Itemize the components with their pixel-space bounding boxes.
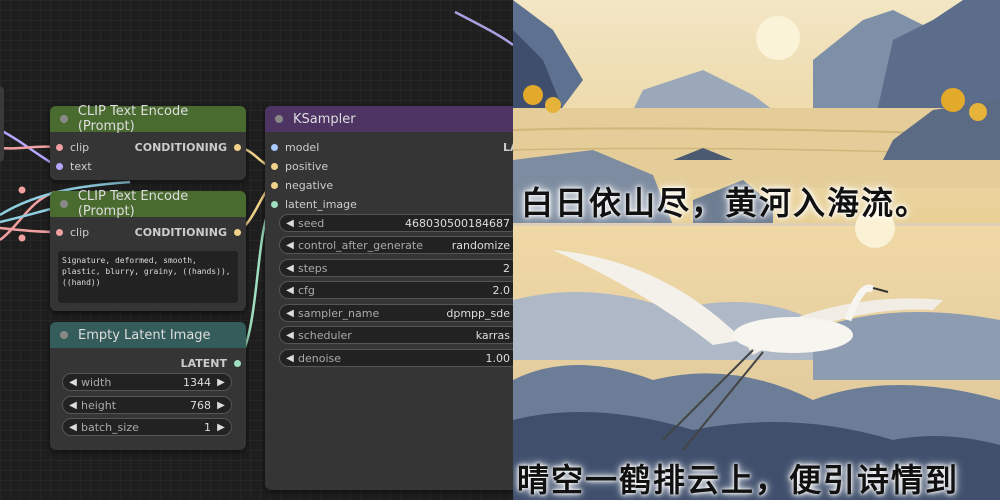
slot-dot-icon <box>271 182 278 189</box>
slot-label: positive <box>285 160 329 173</box>
offscreen-node-edge <box>0 86 4 162</box>
increment-arrow-icon[interactable]: ▶ <box>215 400 227 411</box>
node-title: CLIP Text Encode (Prompt) <box>77 189 189 219</box>
slot-label: clip <box>70 226 90 239</box>
widget-value[interactable]: 1.00 <box>341 352 511 365</box>
output-slot-conditioning[interactable]: CONDITIONING <box>135 141 241 154</box>
decrement-arrow-icon[interactable]: ◀ <box>67 400 79 411</box>
sampler-name-widget[interactable]: ◀ sampler_name dpmpp_sde <box>279 304 513 322</box>
input-slot-clip[interactable]: clip <box>56 141 89 154</box>
node-title: Empty Latent Image <box>78 327 211 343</box>
input-slot-negative[interactable]: negative <box>271 179 333 192</box>
slot-dot-icon <box>271 201 278 208</box>
slot-dot-icon <box>271 163 278 170</box>
collapse-dot-icon[interactable] <box>60 331 68 339</box>
collapse-dot-icon[interactable] <box>60 115 68 123</box>
output-slot-latent[interactable]: LATENT <box>181 357 241 370</box>
decrement-arrow-icon[interactable]: ◀ <box>284 218 296 229</box>
slot-label: negative <box>285 179 334 192</box>
decrement-arrow-icon[interactable]: ◀ <box>284 285 296 296</box>
scheduler-widget[interactable]: ◀ scheduler karras <box>279 326 513 344</box>
widget-value[interactable]: 1344 <box>111 376 211 389</box>
decrement-arrow-icon[interactable]: ◀ <box>284 330 296 341</box>
widget-name: steps <box>298 261 328 275</box>
input-slot-text[interactable]: text <box>56 160 92 173</box>
decrement-arrow-icon[interactable]: ◀ <box>284 353 296 364</box>
decrement-arrow-icon[interactable]: ◀ <box>67 377 79 388</box>
poem-line-bottom: 晴空一鹤排云上，便引诗情到 <box>517 461 960 499</box>
node-title: CLIP Text Encode (Prompt) <box>77 104 189 134</box>
cfg-widget[interactable]: ◀ cfg 2.0 <box>279 281 513 299</box>
node-header[interactable]: Empty Latent Image <box>50 322 246 348</box>
clip-text-encode-node-positive[interactable]: CLIP Text Encode (Prompt) clip text COND… <box>50 104 246 180</box>
widget-value[interactable]: randomize <box>423 239 510 252</box>
slot-dot-icon <box>234 144 241 151</box>
slot-dot-icon <box>56 144 63 151</box>
widget-name: seed <box>298 216 325 230</box>
landscape-artwork <box>513 0 1000 500</box>
output-slot-latent[interactable]: LA <box>503 141 513 154</box>
node-canvas[interactable]: CLIP Text Encode (Prompt) clip text COND… <box>0 0 513 500</box>
widget-name: batch_size <box>81 420 139 434</box>
slot-label: LA <box>503 141 513 154</box>
node-title: KSampler <box>293 111 356 127</box>
input-slot-positive[interactable]: positive <box>271 160 328 173</box>
slot-dot-icon <box>271 144 278 151</box>
widget-value[interactable]: 1 <box>139 421 211 434</box>
widget-value[interactable]: 2 <box>328 262 510 275</box>
slot-label: CONDITIONING <box>134 141 227 154</box>
increment-arrow-icon[interactable]: ▶ <box>215 377 227 388</box>
collapse-dot-icon[interactable] <box>60 200 68 208</box>
widget-value[interactable]: karras <box>352 329 510 342</box>
widget-value[interactable]: dpmpp_sde <box>379 307 510 320</box>
slot-label: latent_image <box>285 198 357 211</box>
input-slot-clip[interactable]: clip <box>56 226 89 239</box>
slot-label: CONDITIONING <box>134 226 227 239</box>
widget-name: control_after_generate <box>298 238 423 252</box>
slot-label: clip <box>70 141 90 154</box>
ksampler-node[interactable]: KSampler model positive negative latent_… <box>265 106 513 490</box>
widget-name: width <box>81 375 112 389</box>
slot-label: text <box>70 160 92 173</box>
empty-latent-image-node[interactable]: Empty Latent Image LATENT ◀ width 1344 ▶… <box>50 322 246 450</box>
output-slot-conditioning[interactable]: CONDITIONING <box>135 226 241 239</box>
widget-name: height <box>81 398 117 412</box>
batch-size-widget[interactable]: ◀ batch_size 1 ▶ <box>62 418 232 436</box>
prompt-textarea[interactable]: Signature, deformed, smooth, plastic, bl… <box>58 251 238 303</box>
increment-arrow-icon[interactable]: ▶ <box>215 422 227 433</box>
control-after-generate-widget[interactable]: ◀ control_after_generate randomize <box>279 236 513 254</box>
widget-name: scheduler <box>298 328 352 342</box>
widget-value[interactable]: 2.0 <box>315 284 511 297</box>
decrement-arrow-icon[interactable]: ◀ <box>284 308 296 319</box>
slot-label: model <box>285 141 320 154</box>
widget-name: cfg <box>298 283 315 297</box>
node-header[interactable]: CLIP Text Encode (Prompt) <box>50 189 246 219</box>
steps-widget[interactable]: ◀ steps 2 <box>279 259 513 277</box>
generated-image-preview: 白日依山尽，黄河入海流。 晴空一鹤排云上，便引诗情到 <box>513 0 1000 500</box>
decrement-arrow-icon[interactable]: ◀ <box>284 263 296 274</box>
height-widget[interactable]: ◀ height 768 ▶ <box>62 396 232 414</box>
slot-dot-icon <box>56 163 63 170</box>
widget-value[interactable]: 468030500184687 <box>324 217 510 230</box>
widget-name: sampler_name <box>298 306 380 320</box>
clip-text-encode-node-negative[interactable]: CLIP Text Encode (Prompt) clip CONDITION… <box>50 189 246 311</box>
decrement-arrow-icon[interactable]: ◀ <box>67 422 79 433</box>
collapse-dot-icon[interactable] <box>275 115 283 123</box>
input-slot-latent-image[interactable]: latent_image <box>271 198 357 211</box>
slot-label: LATENT <box>180 357 227 370</box>
poem-line-top: 白日依山尽，黄河入海流。 <box>521 184 930 222</box>
seed-widget[interactable]: ◀ seed 468030500184687 <box>279 214 513 232</box>
slot-dot-icon <box>234 360 241 367</box>
decrement-arrow-icon[interactable]: ◀ <box>284 240 296 251</box>
input-slot-model[interactable]: model <box>271 141 319 154</box>
width-widget[interactable]: ◀ width 1344 ▶ <box>62 373 232 391</box>
node-header[interactable]: CLIP Text Encode (Prompt) <box>50 104 246 134</box>
widget-name: denoise <box>298 351 342 365</box>
denoise-widget[interactable]: ◀ denoise 1.00 <box>279 349 513 367</box>
slot-dot-icon <box>234 229 241 236</box>
widget-value[interactable]: 768 <box>116 399 211 412</box>
node-header[interactable]: KSampler <box>265 106 513 132</box>
slot-dot-icon <box>56 229 63 236</box>
